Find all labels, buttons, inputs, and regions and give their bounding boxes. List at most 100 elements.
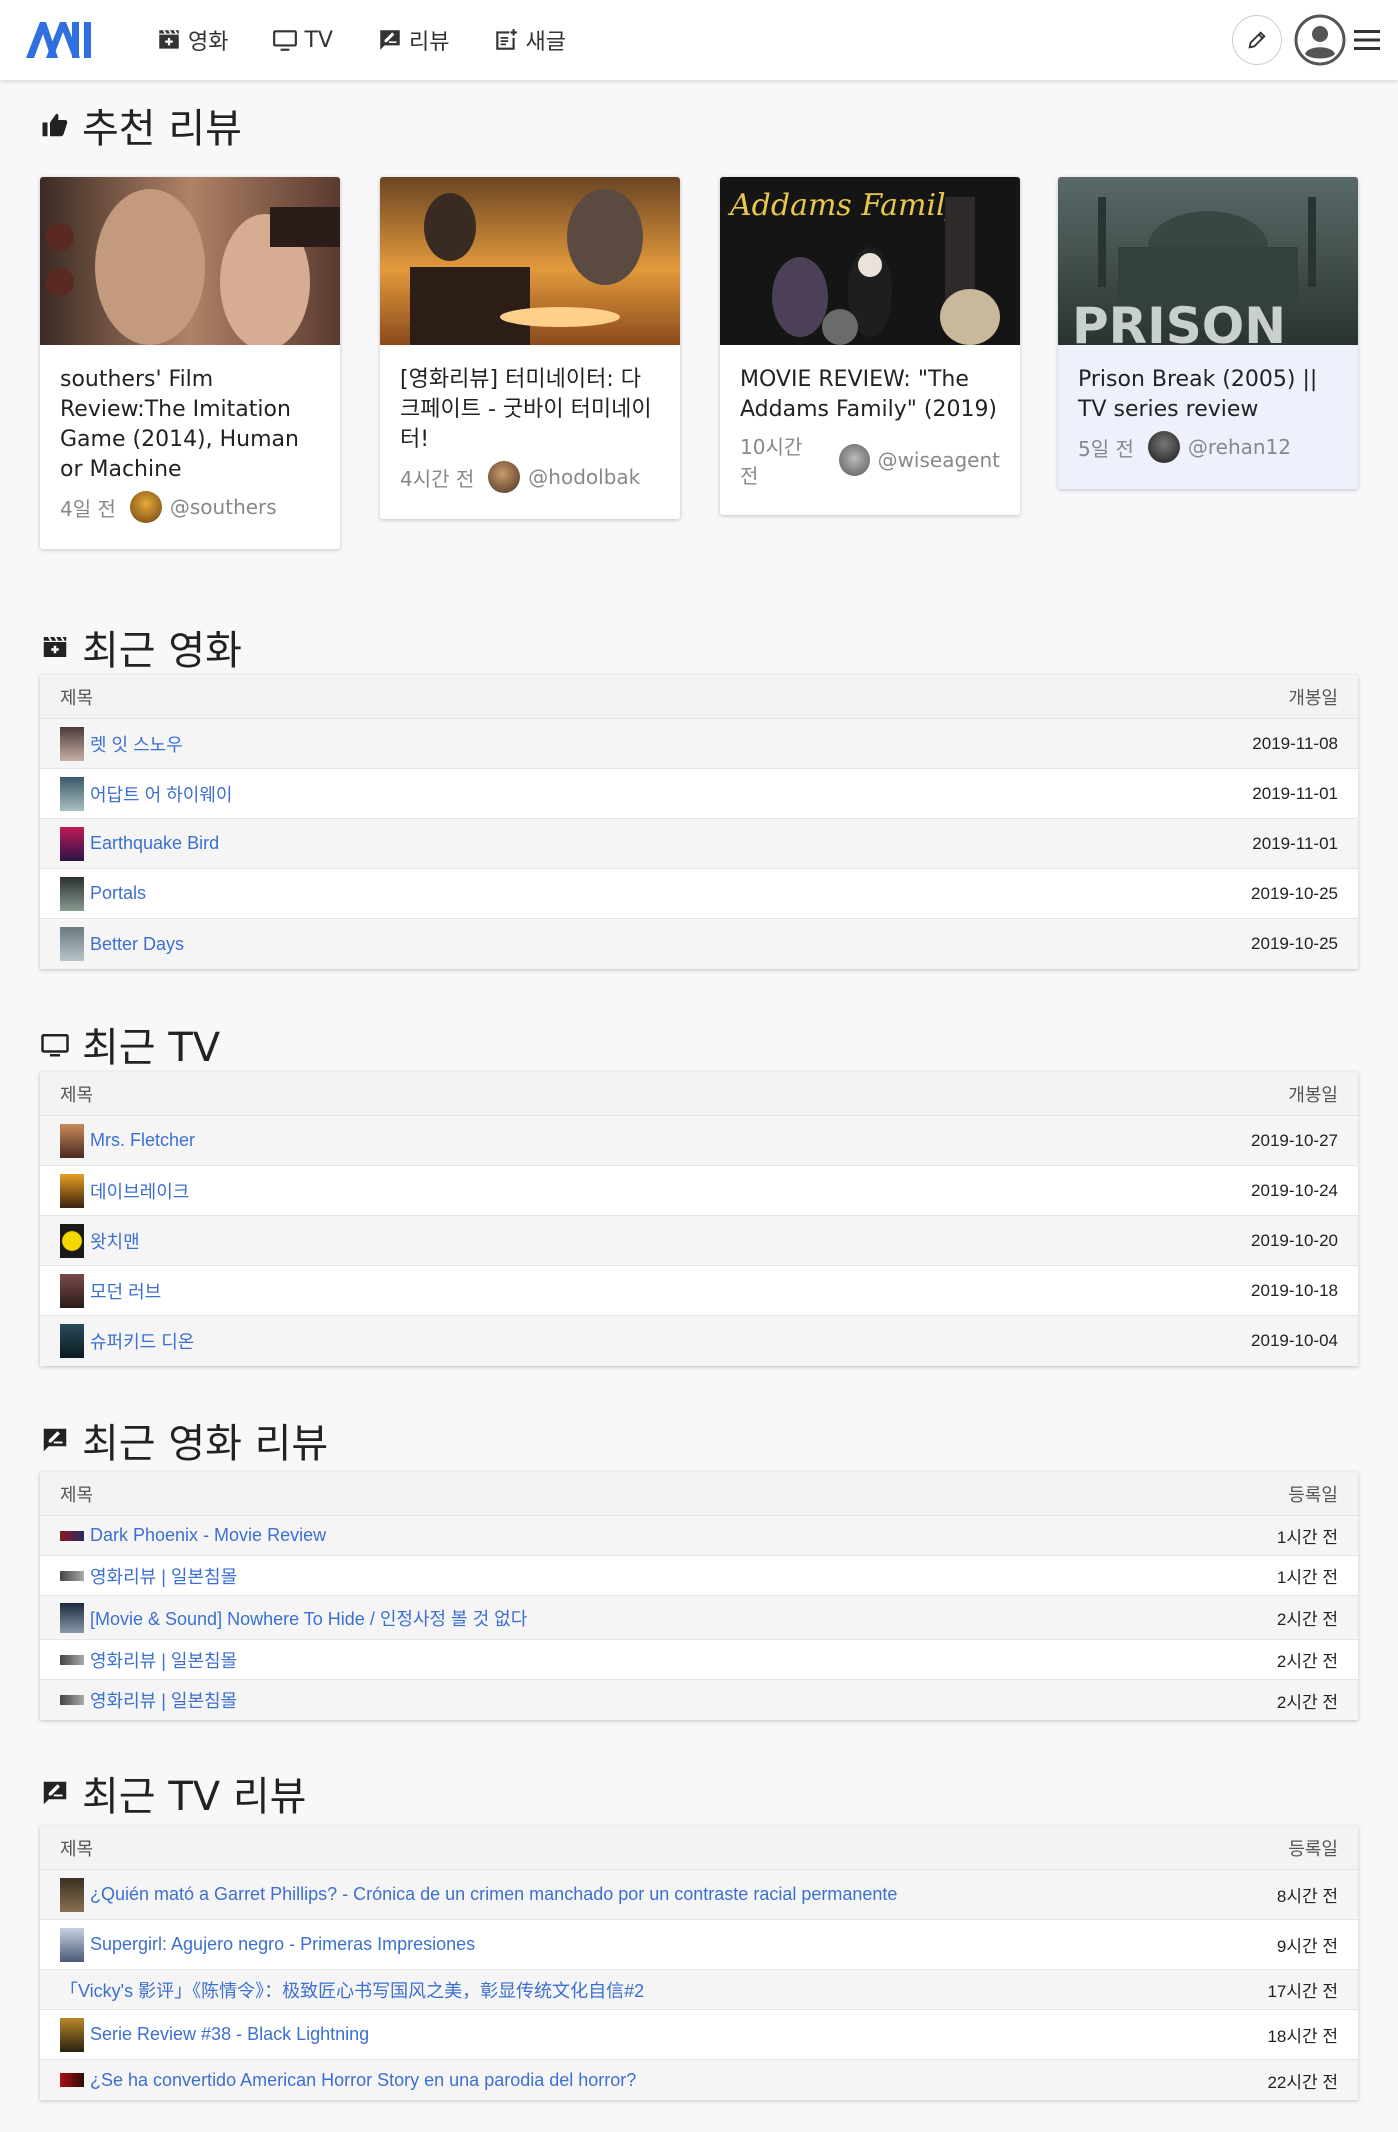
site-logo[interactable]	[24, 20, 94, 60]
table-row[interactable]: 렛 잇 스노우 2019-11-08	[40, 719, 1358, 769]
row-title-link[interactable]: Portals	[90, 883, 146, 904]
row-date: 9시간 전	[1276, 1937, 1338, 1956]
poster-thumb	[60, 1654, 84, 1665]
card-author[interactable]: @hodolbak	[528, 465, 640, 489]
recent-tv-reviews-table: 제목 등록일 ¿Quién mató a Garret Phillips? - …	[40, 1826, 1358, 2100]
nav-movie[interactable]: 영화	[156, 24, 228, 56]
table-row[interactable]: Mrs. Fletcher 2019-10-27	[40, 1116, 1358, 1166]
col-title-header: 제목	[60, 1838, 94, 1860]
svg-text:PRISON: PRISON	[1072, 297, 1286, 345]
row-title-link[interactable]: [Movie & Sound] Nowhere To Hide / 인정사정 볼…	[90, 1605, 527, 1631]
row-date: 1시간 전	[1276, 1568, 1338, 1587]
table-row[interactable]: 영화리뷰 | 일본침몰 2시간 전	[40, 1640, 1358, 1680]
card-title: southers' Film Review:The Imitation Game…	[60, 367, 299, 482]
nav-new-post[interactable]: 새글	[493, 24, 566, 56]
card-time: 4시간 전	[400, 466, 475, 491]
main-nav: 영화 TV 리뷰 새글	[156, 24, 566, 56]
review-icon	[43, 1781, 67, 1805]
table-row[interactable]: ¿Se ha convertido American Horror Story …	[40, 2060, 1358, 2100]
nav-tv[interactable]: TV	[272, 24, 333, 56]
row-title-link[interactable]: 영화리뷰 | 일본침몰	[90, 1687, 237, 1713]
write-button[interactable]	[1232, 15, 1282, 65]
row-date: 8시간 전	[1276, 1887, 1338, 1906]
card-image: PRISON	[1058, 177, 1358, 345]
table-body: Dark Phoenix - Movie Review 1시간 전 영화리뷰 |…	[40, 1516, 1358, 1720]
row-title-link[interactable]: 영화리뷰 | 일본침몰	[90, 1563, 237, 1589]
new-post-icon	[496, 29, 518, 50]
row-title-link[interactable]: ¿Quién mató a Garret Phillips? - Crónica…	[90, 1884, 897, 1905]
table-row[interactable]: 슈퍼키드 디온 2019-10-04	[40, 1316, 1358, 1366]
table-row[interactable]: Dark Phoenix - Movie Review 1시간 전	[40, 1516, 1358, 1556]
poster-thumb	[60, 1877, 84, 1912]
table-row[interactable]: Better Days 2019-10-25	[40, 919, 1358, 969]
row-title-link[interactable]: 영화리뷰 | 일본침몰	[90, 1647, 237, 1673]
row-title-link[interactable]: Dark Phoenix - Movie Review	[90, 1525, 326, 1546]
poster-thumb	[60, 826, 84, 861]
user-avatar-icon[interactable]	[1294, 14, 1346, 66]
review-card[interactable]: PRISON Prison Break (2005) || TV series …	[1058, 177, 1358, 489]
row-date: 2시간 전	[1276, 1692, 1338, 1712]
row-title-link[interactable]: 모던 러브	[90, 1278, 161, 1304]
row-title-link[interactable]: Supergirl: Agujero negro - Primeras Impr…	[90, 1934, 475, 1955]
col-title-header: 제목	[60, 687, 94, 709]
row-title-link[interactable]: Earthquake Bird	[90, 833, 219, 854]
tv-icon	[273, 30, 298, 51]
poster-thumb	[60, 1324, 84, 1358]
col-title-header: 제목	[60, 1484, 94, 1506]
poster-thumb	[60, 1223, 84, 1258]
table-row[interactable]: Serie Review #38 - Black Lightning 18시간 …	[40, 2010, 1358, 2060]
row-date: 17시간 전	[1267, 1982, 1338, 2001]
table-row[interactable]: [Movie & Sound] Nowhere To Hide / 인정사정 볼…	[40, 1596, 1358, 1640]
recent-tv-section-title: 최근 TV	[40, 1015, 220, 1073]
row-title-link[interactable]: 데이브레이크	[90, 1178, 189, 1204]
table-row[interactable]: Supergirl: Agujero negro - Primeras Impr…	[40, 1920, 1358, 1970]
table-row[interactable]: 왓치맨 2019-10-20	[40, 1216, 1358, 1266]
card-meta: 4시간 전 @hodolbak	[400, 461, 660, 493]
row-title-link[interactable]: Better Days	[90, 934, 184, 955]
row-title-link[interactable]: 왓치맨	[90, 1228, 140, 1254]
row-title-link[interactable]: 「Vicky's 影评」《陈情令》：极致匠心书写国风之美，彰显传统文化自信#2	[60, 1977, 644, 2003]
table-row[interactable]: 어답트 어 하이웨이 2019-11-01	[40, 769, 1358, 819]
table-row[interactable]: 모던 러브 2019-10-18	[40, 1266, 1358, 1316]
hamburger-menu-icon[interactable]	[1352, 26, 1382, 54]
recent-movie-reviews-title-text: 최근 영화 리뷰	[82, 1421, 329, 1467]
row-title-link[interactable]: Serie Review #38 - Black Lightning	[90, 2024, 369, 2045]
table-row[interactable]: Earthquake Bird 2019-11-01	[40, 819, 1358, 869]
card-title: [영화리뷰] 터미네이터: 다크페이트 - 굿바이 터미네이터!	[400, 367, 652, 452]
review-card[interactable]: southers' Film Review:The Imitation Game…	[40, 177, 340, 549]
movie-icon	[159, 29, 179, 49]
recent-movies-section-title: 최근 영화	[40, 618, 242, 676]
col-title-header: 제목	[60, 1084, 94, 1106]
review-card[interactable]: [영화리뷰] 터미네이터: 다크페이트 - 굿바이 터미네이터! 4시간 전 @…	[380, 177, 680, 519]
table-row[interactable]: 영화리뷰 | 일본침몰 1시간 전	[40, 1556, 1358, 1596]
recent-tv-title-text: 최근 TV	[82, 1025, 221, 1071]
row-date: 1시간 전	[1276, 1528, 1338, 1547]
featured-section-title: 추천 리뷰	[40, 96, 242, 154]
table-header: 제목 등록일	[40, 1472, 1358, 1516]
review-card[interactable]: Addams Family MOVIE REVIEW: "The Addams …	[720, 177, 1020, 515]
row-title-link[interactable]: Mrs. Fletcher	[90, 1130, 195, 1151]
table-row[interactable]: ¿Quién mató a Garret Phillips? - Crónica…	[40, 1870, 1358, 1920]
card-author[interactable]: @southers	[170, 495, 277, 519]
recent-tv-table: 제목 개봉일 Mrs. Fletcher 2019-10-27 데이브레이크 2…	[40, 1072, 1358, 1366]
row-title-link[interactable]: 어답트 어 하이웨이	[90, 781, 232, 807]
row-date: 2019-10-25	[1251, 883, 1338, 903]
card-author[interactable]: @rehan12	[1188, 435, 1291, 459]
table-header: 제목 등록일	[40, 1826, 1358, 1870]
row-date: 2019-10-25	[1251, 934, 1338, 953]
card-image	[380, 177, 680, 345]
table-row[interactable]: 데이브레이크 2019-10-24	[40, 1166, 1358, 1216]
table-row[interactable]: 「Vicky's 影评」《陈情令》：极致匠心书写国风之美，彰显传统文化自信#2 …	[40, 1970, 1358, 2010]
row-title-link[interactable]: 렛 잇 스노우	[90, 731, 183, 757]
nav-movie-label: 영화	[188, 30, 229, 55]
poster-thumb	[60, 2073, 84, 2087]
table-row[interactable]: Portals 2019-10-25	[40, 869, 1358, 919]
table-row[interactable]: 영화리뷰 | 일본침몰 2시간 전	[40, 1680, 1358, 1720]
row-title-link[interactable]: ¿Se ha convertido American Horror Story …	[90, 2070, 636, 2091]
row-date: 2019-11-08	[1252, 733, 1338, 753]
card-author[interactable]: @wiseagent	[878, 448, 1000, 472]
nav-review[interactable]: 리뷰	[377, 24, 449, 56]
poster-thumb	[60, 776, 84, 811]
table-body: Mrs. Fletcher 2019-10-27 데이브레이크 2019-10-…	[40, 1116, 1358, 1366]
row-title-link[interactable]: 슈퍼키드 디온	[90, 1328, 194, 1354]
